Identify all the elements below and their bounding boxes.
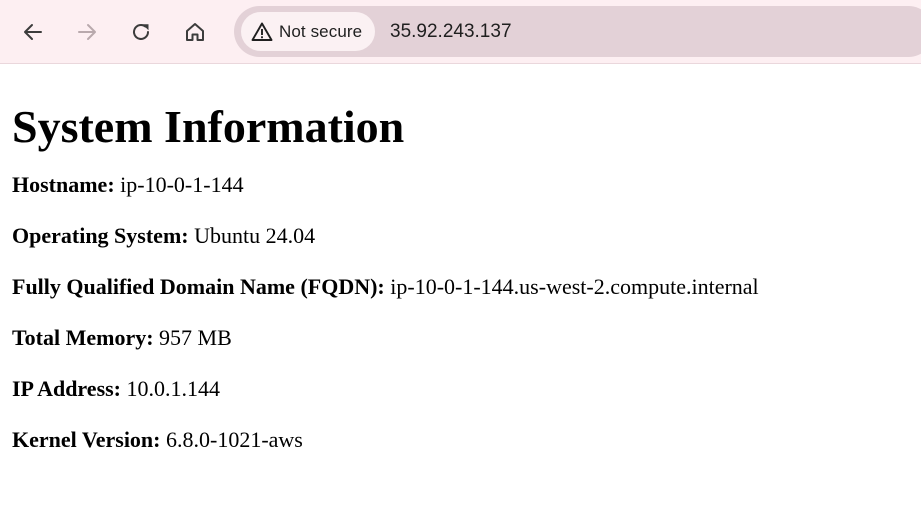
field-label: Total Memory:: [12, 325, 154, 350]
forward-button[interactable]: [69, 14, 105, 50]
home-icon: [186, 23, 204, 41]
info-row-ip-address: IP Address: 10.0.1.144: [12, 375, 909, 403]
browser-toolbar: Not secure 35.92.243.137: [0, 0, 921, 64]
security-indicator[interactable]: Not secure: [241, 12, 376, 51]
field-value: Ubuntu 24.04: [194, 223, 316, 248]
security-label: Not secure: [279, 21, 363, 41]
address-bar[interactable]: Not secure 35.92.243.137: [234, 6, 921, 57]
info-row-total-memory: Total Memory: 957 MB: [12, 324, 909, 352]
field-label: Kernel Version:: [12, 427, 161, 452]
system-info-list: Hostname: ip-10-0-1-144 Operating System…: [12, 171, 909, 454]
reload-icon: [133, 23, 149, 40]
field-label: Operating System:: [12, 223, 189, 248]
reload-button[interactable]: [123, 14, 159, 50]
field-label: IP Address:: [12, 376, 122, 401]
field-label: Hostname:: [12, 172, 115, 197]
page-title: System Information: [12, 101, 405, 152]
warning-icon: [251, 21, 273, 43]
home-button[interactable]: [177, 14, 213, 50]
field-label: Fully Qualified Domain Name (FQDN):: [12, 274, 385, 299]
info-row-operating-system: Operating System: Ubuntu 24.04: [12, 222, 909, 250]
arrow-left-icon: [24, 24, 42, 40]
info-row-hostname: Hostname: ip-10-0-1-144: [12, 171, 909, 199]
arrow-right-icon: [78, 24, 96, 40]
info-row-fqdn: Fully Qualified Domain Name (FQDN): ip-1…: [12, 273, 909, 301]
url-text[interactable]: 35.92.243.137: [390, 6, 512, 57]
info-row-kernel-version: Kernel Version: 6.8.0-1021-aws: [12, 426, 909, 454]
field-value: 10.0.1.144: [126, 376, 221, 401]
page-content: System Information Hostname: ip-10-0-1-1…: [0, 64, 921, 454]
field-value: 6.8.0-1021-aws: [166, 427, 303, 452]
field-value: 957 MB: [159, 325, 232, 350]
back-button[interactable]: [15, 14, 51, 50]
field-value: ip-10-0-1-144: [120, 172, 244, 197]
field-value: ip-10-0-1-144.us-west-2.compute.internal: [390, 274, 759, 299]
